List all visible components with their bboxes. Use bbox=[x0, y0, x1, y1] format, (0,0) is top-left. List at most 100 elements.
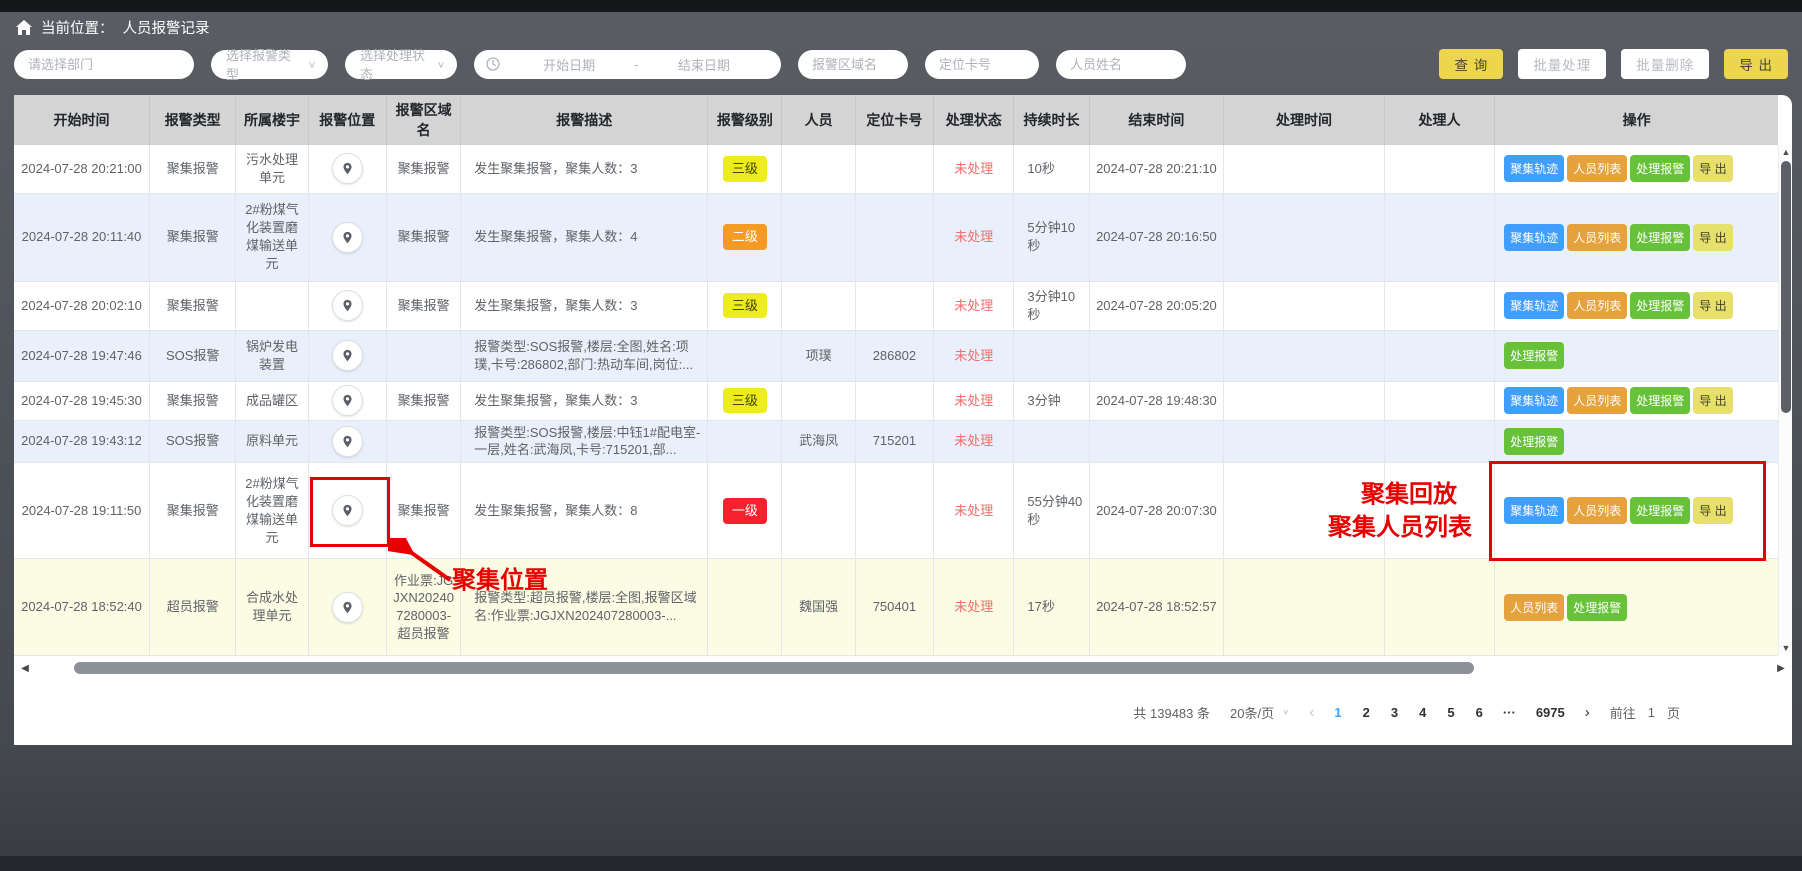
status-text: 未处理 bbox=[954, 298, 993, 313]
page-number-5[interactable]: 5 bbox=[1447, 705, 1454, 720]
cell-card bbox=[855, 193, 933, 281]
action-handle-button[interactable]: 处理报警 bbox=[1630, 387, 1690, 414]
action-handle-button[interactable]: 处理报警 bbox=[1630, 155, 1690, 182]
cell-handler bbox=[1384, 281, 1494, 330]
cell-handle-time bbox=[1224, 193, 1385, 281]
cell-status: 未处理 bbox=[934, 381, 1014, 420]
action-handle-button[interactable]: 处理报警 bbox=[1630, 292, 1690, 319]
vertical-scrollbar[interactable]: ▲ ▼ bbox=[1778, 145, 1792, 655]
scroll-right-icon[interactable]: ▶ bbox=[1770, 663, 1792, 674]
cell-type: 超员报警 bbox=[150, 559, 236, 656]
prev-page-button[interactable]: ‹ bbox=[1309, 704, 1314, 721]
cell-handle-time bbox=[1224, 145, 1385, 193]
location-pin-icon[interactable] bbox=[332, 153, 363, 184]
card-number-input[interactable] bbox=[925, 50, 1039, 79]
horizontal-scrollbar-track[interactable] bbox=[36, 661, 1770, 675]
cell-type: SOS报警 bbox=[150, 330, 236, 381]
page-number-1[interactable]: 1 bbox=[1334, 705, 1341, 720]
action-export-button[interactable]: 导 出 bbox=[1693, 224, 1732, 251]
annotation-actions-box bbox=[1489, 461, 1766, 561]
column-header: 处理时间 bbox=[1224, 95, 1385, 145]
next-page-button[interactable]: › bbox=[1585, 704, 1590, 721]
scroll-up-icon[interactable]: ▲ bbox=[1779, 147, 1792, 157]
batch-handle-button[interactable]: 批量处理 bbox=[1518, 49, 1606, 79]
batch-delete-button[interactable]: 批量删除 bbox=[1621, 49, 1709, 79]
cell-person: 武海凤 bbox=[782, 420, 855, 463]
cell-status: 未处理 bbox=[934, 330, 1014, 381]
export-button[interactable]: 导 出 bbox=[1724, 49, 1788, 79]
last-page-number[interactable]: 6975 bbox=[1536, 705, 1565, 720]
location-pin-icon[interactable] bbox=[332, 426, 363, 457]
vertical-scrollbar-thumb[interactable] bbox=[1781, 161, 1791, 413]
scroll-left-icon[interactable]: ◀ bbox=[14, 663, 36, 674]
action-track-button[interactable]: 聚集轨迹 bbox=[1504, 224, 1564, 251]
location-pin-icon[interactable] bbox=[332, 592, 363, 623]
cell-person: 项璞 bbox=[782, 330, 855, 381]
page-title: 人员报警记录 bbox=[123, 17, 210, 38]
location-pin-icon[interactable] bbox=[332, 222, 363, 253]
action-people-button[interactable]: 人员列表 bbox=[1567, 224, 1627, 251]
cell-handle-time bbox=[1224, 420, 1385, 463]
cell-desc: 发生聚集报警，聚集人数：3 bbox=[461, 281, 708, 330]
horizontal-scrollbar-thumb[interactable] bbox=[74, 662, 1474, 674]
column-header: 处理状态 bbox=[934, 95, 1014, 145]
action-handle-button[interactable]: 处理报警 bbox=[1630, 224, 1690, 251]
location-pin-icon[interactable] bbox=[332, 340, 363, 371]
alarm-level-badge: 三级 bbox=[723, 388, 767, 414]
action-people-button[interactable]: 人员列表 bbox=[1504, 594, 1564, 621]
cell-actions: 聚集轨迹人员列表处理报警导 出 bbox=[1495, 281, 1778, 330]
cell-start: 2024-07-28 19:45:30 bbox=[14, 381, 150, 420]
area-name-input[interactable] bbox=[798, 50, 908, 79]
table-row: 2024-07-28 20:02:10聚集报警聚集报警发生聚集报警，聚集人数：3… bbox=[14, 281, 1778, 330]
table-row: 2024-07-28 19:45:30聚集报警成品罐区聚集报警发生聚集报警，聚集… bbox=[14, 381, 1778, 420]
cell-status: 未处理 bbox=[934, 559, 1014, 656]
page-ellipsis[interactable]: ··· bbox=[1503, 705, 1516, 720]
page-number-6[interactable]: 6 bbox=[1476, 705, 1483, 720]
cell-level: 一级 bbox=[708, 463, 782, 559]
action-people-button[interactable]: 人员列表 bbox=[1567, 155, 1627, 182]
table-row: 2024-07-28 18:52:40超员报警合成水处理单元作业票:JGJXN2… bbox=[14, 559, 1778, 656]
cell-area bbox=[386, 420, 460, 463]
action-track-button[interactable]: 聚集轨迹 bbox=[1504, 387, 1564, 414]
action-handle-button[interactable]: 处理报警 bbox=[1504, 428, 1564, 455]
action-track-button[interactable]: 聚集轨迹 bbox=[1504, 155, 1564, 182]
cell-area: 聚集报警 bbox=[386, 145, 460, 193]
action-export-button[interactable]: 导 出 bbox=[1693, 292, 1732, 319]
action-people-button[interactable]: 人员列表 bbox=[1567, 292, 1627, 319]
cell-actions: 处理报警 bbox=[1495, 330, 1778, 381]
cell-handle-time bbox=[1224, 330, 1385, 381]
action-track-button[interactable]: 聚集轨迹 bbox=[1504, 292, 1564, 319]
department-input[interactable] bbox=[14, 50, 194, 79]
horizontal-scrollbar[interactable]: ◀ ▶ bbox=[14, 657, 1792, 679]
column-header: 人员 bbox=[782, 95, 855, 145]
cell-start: 2024-07-28 19:47:46 bbox=[14, 330, 150, 381]
alarm-type-select[interactable]: 选择报警类型 ∨ bbox=[211, 50, 328, 79]
date-range-picker[interactable]: 开始日期 - 结束日期 bbox=[474, 50, 781, 79]
query-button[interactable]: 查 询 bbox=[1439, 49, 1503, 79]
action-handle-button[interactable]: 处理报警 bbox=[1567, 594, 1627, 621]
person-name-input[interactable] bbox=[1056, 50, 1186, 79]
cell-level: 三级 bbox=[708, 145, 782, 193]
action-export-button[interactable]: 导 出 bbox=[1693, 387, 1732, 414]
action-people-button[interactable]: 人员列表 bbox=[1567, 387, 1627, 414]
cell-person bbox=[782, 281, 855, 330]
handle-status-select[interactable]: 选择处理状态 ∨ bbox=[345, 50, 457, 79]
cell-desc: 报警类型:SOS报警,楼层:全图,姓名:项璞,卡号:286802,部门:热动车间… bbox=[461, 330, 708, 381]
cell-end: 2024-07-28 20:07:30 bbox=[1089, 463, 1224, 559]
cell-handle-time bbox=[1224, 381, 1385, 420]
page-number-2[interactable]: 2 bbox=[1363, 705, 1370, 720]
annotation-location-box bbox=[310, 477, 390, 547]
clock-icon bbox=[486, 57, 500, 71]
scroll-down-icon[interactable]: ▼ bbox=[1779, 643, 1792, 653]
page-number-3[interactable]: 3 bbox=[1391, 705, 1398, 720]
location-pin-icon[interactable] bbox=[332, 385, 363, 416]
cell-card bbox=[855, 281, 933, 330]
page-number-4[interactable]: 4 bbox=[1419, 705, 1426, 720]
table-header-row: 开始时间报警类型所属楼宇报警位置报警区域名报警描述报警级别人员定位卡号处理状态持… bbox=[14, 95, 1778, 145]
page-size-select[interactable]: 20条/页 ∨ bbox=[1230, 703, 1289, 722]
location-pin-icon[interactable] bbox=[332, 290, 363, 321]
action-export-button[interactable]: 导 出 bbox=[1693, 155, 1732, 182]
action-handle-button[interactable]: 处理报警 bbox=[1504, 342, 1564, 369]
cell-location bbox=[308, 559, 386, 656]
goto-page-input[interactable]: 1 bbox=[1648, 705, 1655, 720]
